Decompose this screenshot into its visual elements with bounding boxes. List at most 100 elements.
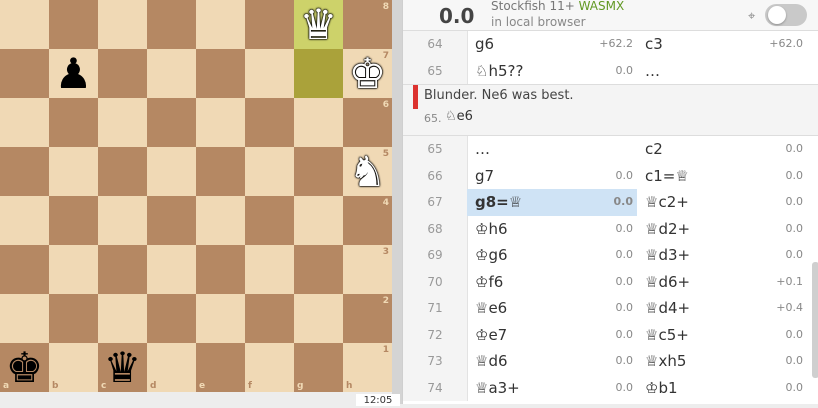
square-a2[interactable] bbox=[0, 294, 49, 343]
square-d8[interactable] bbox=[147, 0, 196, 49]
square-f2[interactable] bbox=[245, 294, 294, 343]
square-a6[interactable] bbox=[0, 98, 49, 147]
square-e8[interactable] bbox=[196, 0, 245, 49]
chess-board[interactable]: 8 7 6 5 4 3 2 a b c d e f g 1 h ♛ ♚ ♟ ♞ ♚ ♛ bbox=[0, 0, 392, 392]
target-icon[interactable]: ⌖ bbox=[748, 9, 755, 24]
black-move[interactable]: ♕xh5 0.0 bbox=[637, 348, 807, 375]
white-move[interactable]: ♔g6 0.0 bbox=[467, 242, 637, 269]
white-move[interactable]: ♕e6 0.0 bbox=[467, 295, 637, 322]
white-move[interactable]: ♕d6 0.0 bbox=[467, 348, 637, 375]
white-king-icon[interactable]: ♚ bbox=[343, 49, 392, 98]
black-move[interactable]: ♕d3+ 0.0 bbox=[637, 242, 807, 269]
rank-label: 4 bbox=[382, 198, 389, 208]
black-king-icon[interactable]: ♚ bbox=[0, 343, 49, 392]
square-a4[interactable] bbox=[0, 196, 49, 245]
square-e7[interactable] bbox=[196, 49, 245, 98]
move-list-bottom: 65… c2 0.0 66 g7 0.0 c1=♕ 0.0 67 g8=♕ 0.0 ♕c2+ 0.0 68… bbox=[403, 136, 818, 401]
square-h8[interactable]: 8 bbox=[343, 0, 392, 49]
white-queen-icon[interactable]: ♛ bbox=[294, 0, 343, 49]
square-h6[interactable]: 6 bbox=[343, 98, 392, 147]
square-h3[interactable]: 3 bbox=[343, 245, 392, 294]
square-f3[interactable] bbox=[245, 245, 294, 294]
black-move[interactable]: ♕d4+ +0.4 bbox=[637, 295, 807, 322]
square-g5[interactable] bbox=[294, 147, 343, 196]
white-move[interactable]: … bbox=[467, 136, 637, 163]
square-h2[interactable]: 2 bbox=[343, 294, 392, 343]
black-queen-icon[interactable]: ♛ bbox=[98, 343, 147, 392]
square-f8[interactable] bbox=[245, 0, 294, 49]
square-d5[interactable] bbox=[147, 147, 196, 196]
square-d1[interactable]: d bbox=[147, 343, 196, 392]
square-c8[interactable] bbox=[98, 0, 147, 49]
square-g4[interactable] bbox=[294, 196, 343, 245]
square-f5[interactable] bbox=[245, 147, 294, 196]
move-san: c2 bbox=[645, 140, 663, 158]
move-row: 64 g6 +62.2 c3 +62.0 bbox=[403, 31, 818, 58]
square-e5[interactable] bbox=[196, 147, 245, 196]
square-h1[interactable]: 1h bbox=[343, 343, 392, 392]
black-move[interactable]: … bbox=[637, 58, 807, 85]
square-b5[interactable] bbox=[49, 147, 98, 196]
square-b6[interactable] bbox=[49, 98, 98, 147]
square-b1[interactable]: b bbox=[49, 343, 98, 392]
engine-toggle[interactable] bbox=[765, 4, 807, 26]
square-c2[interactable] bbox=[98, 294, 147, 343]
square-d7[interactable] bbox=[147, 49, 196, 98]
square-e1[interactable]: e bbox=[196, 343, 245, 392]
white-move[interactable]: ♔e7 0.0 bbox=[467, 322, 637, 349]
comment-best-move[interactable]: ♘e6 bbox=[445, 109, 473, 124]
square-g7[interactable] bbox=[294, 49, 343, 98]
square-a7[interactable] bbox=[0, 49, 49, 98]
black-move[interactable]: ♕d2+ 0.0 bbox=[637, 216, 807, 243]
move-row: 65 ♘h5?? 0.0… bbox=[403, 57, 818, 85]
black-move[interactable]: c3 +62.0 bbox=[637, 31, 807, 58]
square-d6[interactable] bbox=[147, 98, 196, 147]
move-number: 69 bbox=[403, 242, 468, 269]
white-move[interactable]: ♔f6 0.0 bbox=[467, 269, 637, 296]
white-move[interactable]: ♕a3+ 0.0 bbox=[467, 375, 637, 402]
square-f4[interactable] bbox=[245, 196, 294, 245]
square-a5[interactable] bbox=[0, 147, 49, 196]
square-g1[interactable]: g bbox=[294, 343, 343, 392]
square-c3[interactable] bbox=[98, 245, 147, 294]
black-move[interactable]: c2 0.0 bbox=[637, 136, 807, 163]
square-c4[interactable] bbox=[98, 196, 147, 245]
square-e2[interactable] bbox=[196, 294, 245, 343]
black-move[interactable]: c1=♕ 0.0 bbox=[637, 163, 807, 190]
square-f7[interactable] bbox=[245, 49, 294, 98]
square-f1[interactable]: f bbox=[245, 343, 294, 392]
square-d3[interactable] bbox=[147, 245, 196, 294]
white-move[interactable]: g7 0.0 bbox=[467, 163, 637, 190]
square-c5[interactable] bbox=[98, 147, 147, 196]
square-a3[interactable] bbox=[0, 245, 49, 294]
white-move[interactable]: ♔h6 0.0 bbox=[467, 216, 637, 243]
square-e6[interactable] bbox=[196, 98, 245, 147]
black-move[interactable]: ♕c5+ 0.0 bbox=[637, 322, 807, 349]
square-c7[interactable] bbox=[98, 49, 147, 98]
square-d4[interactable] bbox=[147, 196, 196, 245]
square-b4[interactable] bbox=[49, 196, 98, 245]
square-b2[interactable] bbox=[49, 294, 98, 343]
square-g3[interactable] bbox=[294, 245, 343, 294]
square-c6[interactable] bbox=[98, 98, 147, 147]
square-b3[interactable] bbox=[49, 245, 98, 294]
engine-location: in local browser bbox=[491, 15, 586, 29]
move-list-scrollbar[interactable] bbox=[812, 262, 818, 378]
black-move[interactable]: ♕d6+ +0.1 bbox=[637, 269, 807, 296]
square-b8[interactable] bbox=[49, 0, 98, 49]
square-a8[interactable] bbox=[0, 0, 49, 49]
square-e3[interactable] bbox=[196, 245, 245, 294]
white-move[interactable]: g6 +62.2 bbox=[467, 31, 637, 58]
white-move[interactable]: ♘h5?? 0.0 bbox=[467, 58, 637, 85]
square-f6[interactable] bbox=[245, 98, 294, 147]
square-h4[interactable]: 4 bbox=[343, 196, 392, 245]
white-move[interactable]: g8=♕ 0.0 bbox=[467, 189, 637, 216]
black-move[interactable]: ♕c2+ 0.0 bbox=[637, 189, 807, 216]
black-move[interactable]: ♔b1 0.0 bbox=[637, 375, 807, 402]
white-knight-icon[interactable]: ♞ bbox=[343, 147, 392, 196]
square-g6[interactable] bbox=[294, 98, 343, 147]
black-pawn-icon[interactable]: ♟ bbox=[49, 49, 98, 98]
square-e4[interactable] bbox=[196, 196, 245, 245]
square-d2[interactable] bbox=[147, 294, 196, 343]
square-g2[interactable] bbox=[294, 294, 343, 343]
